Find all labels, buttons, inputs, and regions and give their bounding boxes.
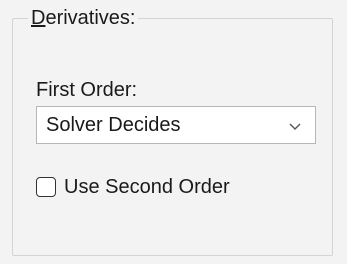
- group-title-text: erivatives:: [45, 7, 136, 29]
- use-second-order-label[interactable]: Use Second Order: [64, 175, 230, 199]
- use-second-order-checkbox[interactable]: [36, 177, 56, 197]
- chevron-down-icon: [287, 118, 303, 134]
- use-second-order-row[interactable]: Use Second Order: [36, 174, 230, 200]
- options-panel: Derivatives: First Order: Solver Decides…: [0, 0, 347, 264]
- derivatives-group-title: Derivatives:: [28, 6, 139, 30]
- group-title-mnemonic: D: [31, 7, 46, 29]
- first-order-label: First Order:: [36, 79, 138, 101]
- first-order-selected-value: Solver Decides: [46, 114, 181, 136]
- first-order-dropdown[interactable]: Solver Decides: [36, 106, 316, 144]
